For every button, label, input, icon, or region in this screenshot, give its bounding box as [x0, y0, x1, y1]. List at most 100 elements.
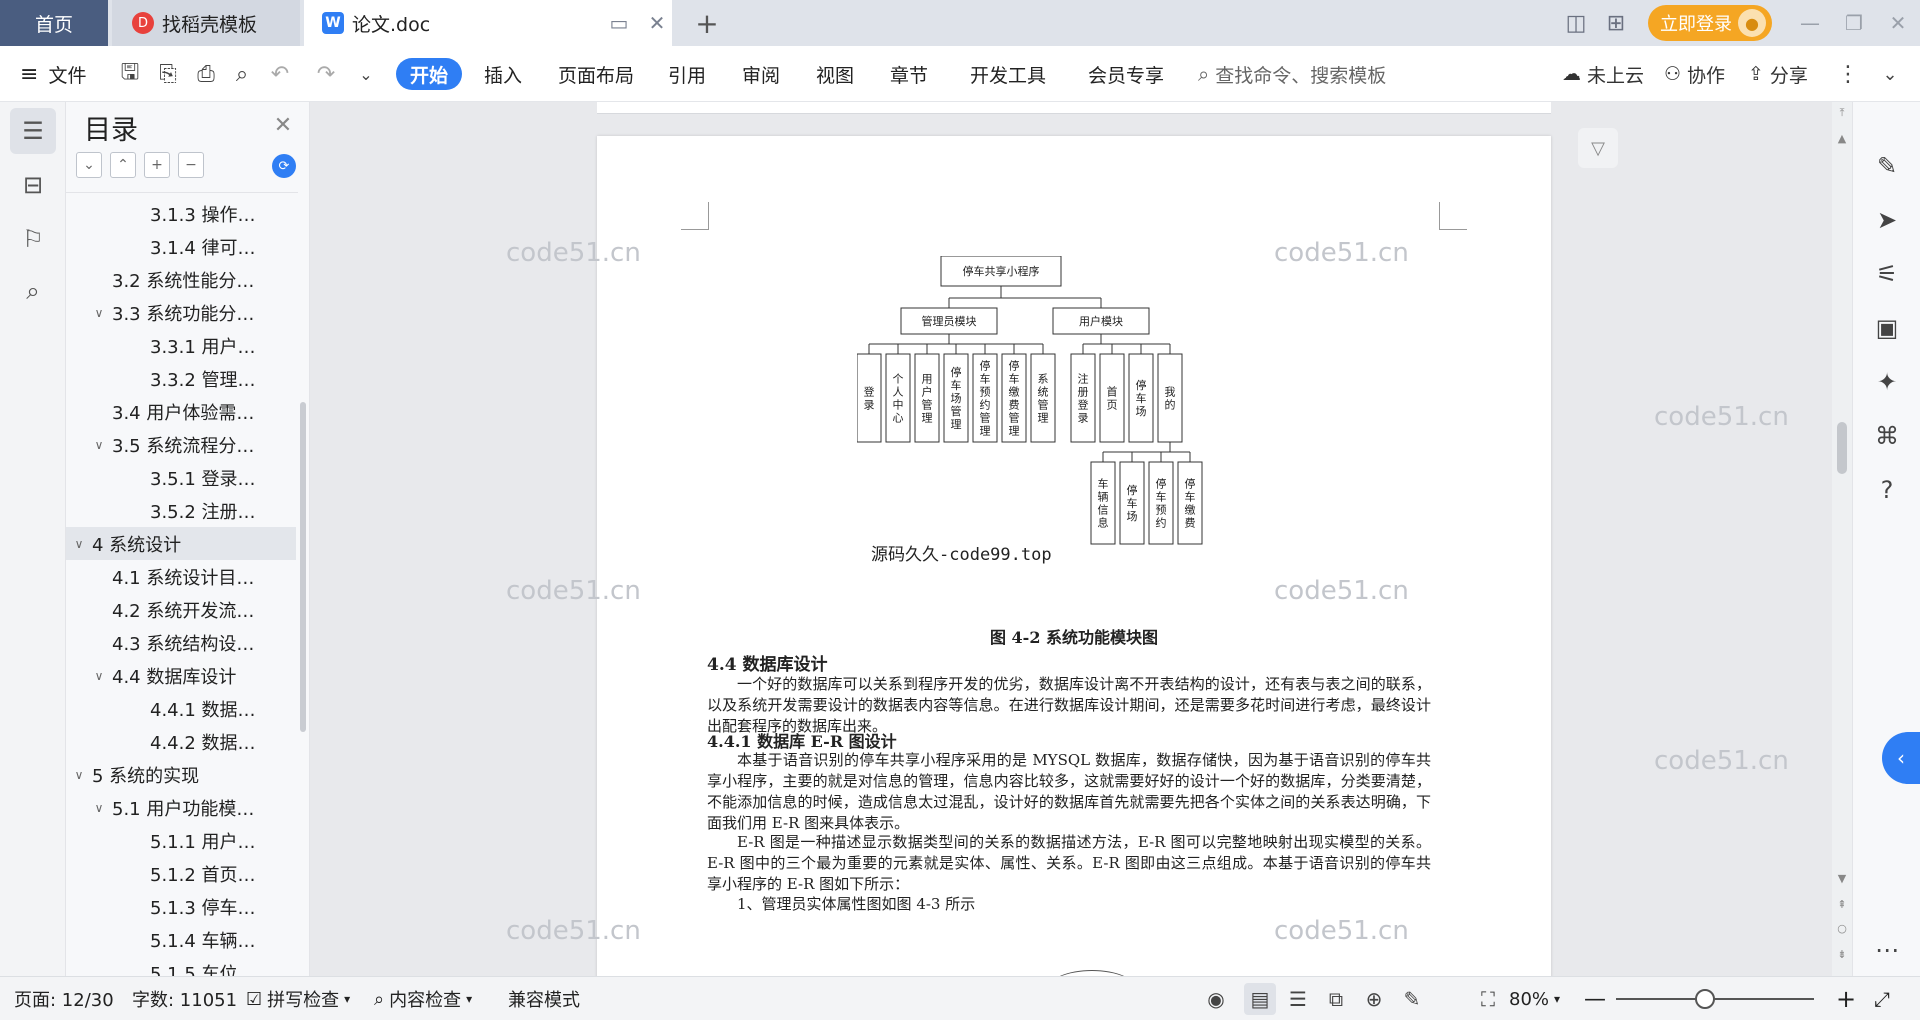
- toc-item[interactable]: 3.3.2 管理…: [66, 362, 296, 395]
- spell-check-button[interactable]: ☑ 拼写检查 ▾: [246, 977, 350, 1020]
- collab-button[interactable]: ⚇ 协作: [1664, 46, 1725, 102]
- web-view-icon[interactable]: ⊕: [1358, 983, 1390, 1015]
- toc-item[interactable]: 4.3 系统结构设…: [66, 626, 296, 659]
- reader-icon[interactable]: ⌘: [1865, 414, 1909, 458]
- layout-split-icon[interactable]: ◫: [1556, 3, 1596, 43]
- add-heading-icon[interactable]: +: [144, 152, 170, 178]
- collapse-icon[interactable]: ⌃: [110, 152, 136, 178]
- content-check-button[interactable]: ⌕ 内容检查 ▾: [374, 977, 472, 1020]
- more-vertical-icon[interactable]: ⋮: [1830, 54, 1866, 94]
- word-count[interactable]: 字数: 11051: [132, 977, 237, 1020]
- scroll-top-icon[interactable]: ⤒: [1832, 106, 1852, 120]
- redo-icon[interactable]: ↷: [308, 54, 344, 94]
- restore-icon[interactable]: ❐: [1832, 0, 1876, 46]
- tab-home[interactable]: 首页: [0, 0, 108, 46]
- toc-item[interactable]: ∨ 5 系统的实现: [66, 758, 296, 791]
- toc-item[interactable]: 3.5.2 注册…: [66, 494, 296, 527]
- menu-home[interactable]: 开始: [396, 58, 463, 90]
- next-page-icon[interactable]: ⇟: [1832, 948, 1852, 961]
- export-icon[interactable]: ⎘: [150, 54, 186, 94]
- pen-icon[interactable]: ✎: [1865, 144, 1909, 188]
- menu-references[interactable]: 引用: [668, 46, 706, 102]
- close-icon[interactable]: ✕: [268, 110, 298, 140]
- toc-item[interactable]: ∨ 3.3 系统功能分…: [66, 296, 296, 329]
- find-icon[interactable]: ⌕: [10, 268, 56, 314]
- chevron-down-icon[interactable]: ∨: [90, 306, 108, 320]
- menu-member[interactable]: 会员专享: [1088, 46, 1164, 102]
- toc-item[interactable]: 4.4.1 数据…: [66, 692, 296, 725]
- chevron-down-icon[interactable]: ∨: [90, 801, 108, 815]
- reading-view-icon[interactable]: ⧉: [1320, 983, 1352, 1015]
- scroll-up-icon[interactable]: ▲: [1832, 132, 1852, 145]
- toc-item[interactable]: 5.1.2 首页…: [66, 857, 296, 890]
- chevron-down-icon[interactable]: ∨: [70, 768, 88, 782]
- expand-icon[interactable]: ⌄: [76, 152, 102, 178]
- toc-panel-icon[interactable]: ☰: [10, 108, 56, 154]
- zoom-out-icon[interactable]: —: [1584, 977, 1606, 1020]
- toc-item[interactable]: 3.2 系统性能分…: [66, 263, 296, 296]
- print-icon[interactable]: ⎙: [188, 54, 224, 94]
- scroll-down-icon[interactable]: ▼: [1832, 872, 1852, 885]
- menu-chapter[interactable]: 章节: [890, 46, 928, 102]
- toc-item[interactable]: 3.1.3 操作…: [66, 197, 296, 230]
- close-window-icon[interactable]: ✕: [1876, 0, 1920, 46]
- undo-icon[interactable]: ↶: [262, 54, 298, 94]
- toc-item[interactable]: 3.5.1 登录…: [66, 461, 296, 494]
- quick-access-dropdown-icon[interactable]: ⌄: [348, 54, 384, 94]
- help-icon[interactable]: ?: [1865, 468, 1909, 512]
- bookmark-icon[interactable]: ⚐: [10, 216, 56, 262]
- image-tools-icon[interactable]: ▣: [1865, 306, 1909, 350]
- sync-icon[interactable]: ⟳: [272, 154, 296, 178]
- toc-item[interactable]: ∨ 5.1 用户功能模…: [66, 791, 296, 824]
- login-button[interactable]: 立即登录 ●: [1648, 5, 1772, 41]
- chevron-down-icon[interactable]: ∨: [90, 438, 108, 452]
- collapse-ribbon-icon[interactable]: ⌄: [1872, 54, 1908, 94]
- print-preview-icon[interactable]: ⌕: [224, 54, 260, 94]
- save-icon[interactable]: 🖫: [112, 54, 148, 94]
- toc-item[interactable]: 4.4.2 数据…: [66, 725, 296, 758]
- fullscreen-icon[interactable]: ⤢: [1874, 977, 1890, 1020]
- menu-review[interactable]: 审阅: [742, 46, 780, 102]
- minimize-icon[interactable]: —: [1788, 0, 1832, 46]
- tab-document[interactable]: W 论文.doc ▭ ✕: [304, 0, 672, 46]
- menu-page-layout[interactable]: 页面布局: [558, 46, 634, 102]
- zoom-control[interactable]: ⛶ 80% ▾: [1472, 977, 1560, 1020]
- toc-item[interactable]: 3.4 用户体验需…: [66, 395, 296, 428]
- remove-heading-icon[interactable]: −: [178, 152, 204, 178]
- sliders-icon[interactable]: ⚟: [1865, 252, 1909, 296]
- command-search[interactable]: ⌕ 查找命令、搜索模板: [1198, 46, 1386, 102]
- toc-item[interactable]: 5.1.4 车辆…: [66, 923, 296, 956]
- toc-item[interactable]: 3.3.1 用户…: [66, 329, 296, 362]
- more-horizontal-icon[interactable]: ⋯: [1865, 928, 1909, 972]
- toc-scrollbar[interactable]: [300, 402, 306, 732]
- page-indicator[interactable]: 页面: 12/30: [14, 977, 114, 1020]
- monitor-icon[interactable]: ▭: [604, 8, 634, 38]
- toc-item[interactable]: 3.1.4 律可…: [66, 230, 296, 263]
- document-area[interactable]: 停车共享小程序 管理员模块 用户模块 登录 个人中心 用户管理 停车场管理 停车预约管理 停车缴…: [310, 102, 1852, 976]
- toc-item[interactable]: ∨ 4.4 数据库设计: [66, 659, 296, 692]
- prev-page-icon[interactable]: ⇞: [1832, 898, 1852, 911]
- write-view-icon[interactable]: ✎: [1396, 983, 1428, 1015]
- outline-view-icon[interactable]: ☰: [1282, 983, 1314, 1015]
- menu-view[interactable]: 视图: [816, 46, 854, 102]
- scroll-thumb[interactable]: [1837, 422, 1847, 474]
- eye-protection-icon[interactable]: ◉: [1200, 983, 1232, 1015]
- tab-template[interactable]: D 找稻壳模板: [112, 0, 300, 46]
- chevron-down-icon[interactable]: ∨: [70, 537, 88, 551]
- menu-developer[interactable]: 开发工具: [970, 46, 1046, 102]
- fit-page-icon[interactable]: ⛶: [1472, 983, 1504, 1015]
- share-button[interactable]: ⇪ 分享: [1748, 46, 1808, 102]
- menu-insert[interactable]: 插入: [484, 46, 522, 102]
- close-tab-icon[interactable]: ✕: [642, 8, 672, 38]
- page-select-icon[interactable]: ○: [1832, 922, 1852, 935]
- new-tab-button[interactable]: +: [690, 6, 724, 40]
- filter-icon[interactable]: ▽: [1578, 128, 1618, 168]
- chevron-down-icon[interactable]: ∨: [90, 669, 108, 683]
- apps-grid-icon[interactable]: ⊞: [1596, 3, 1636, 43]
- toc-item[interactable]: ∨ 3.5 系统流程分…: [66, 428, 296, 461]
- cloud-status[interactable]: ☁ 未上云: [1562, 46, 1644, 102]
- toc-item[interactable]: ∨ 4 系统设计: [66, 527, 296, 560]
- file-menu[interactable]: ≡ 文件: [20, 46, 86, 102]
- zoom-in-icon[interactable]: +: [1836, 977, 1856, 1020]
- ai-icon[interactable]: ✦: [1865, 360, 1909, 404]
